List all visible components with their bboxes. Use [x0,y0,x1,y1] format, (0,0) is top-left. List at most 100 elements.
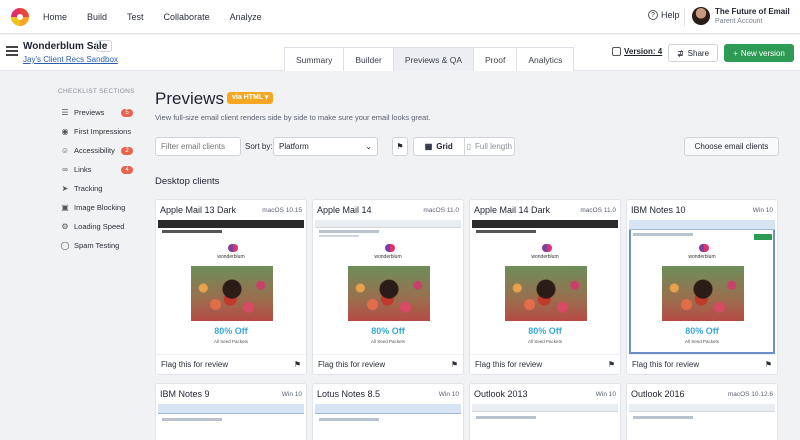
sort-select[interactable]: Platform ⌄ [273,137,378,156]
more-options-button[interactable]: ··· [96,40,112,52]
email-preview[interactable] [629,404,775,440]
help-label: Help [661,10,680,20]
client-name: Outlook 2013 [474,389,528,399]
email-preview[interactable] [158,404,304,440]
issue-badge: 4 [121,165,133,174]
tab-builder[interactable]: Builder [343,47,394,71]
window-bar [629,404,775,412]
header-line [319,235,359,237]
copy-icon [612,47,621,56]
client-os: macOS 11.0 [423,206,459,214]
nav-test[interactable]: Test [127,12,144,22]
flag-link[interactable]: Flag this for review [318,360,385,369]
window-bar [472,404,618,412]
flag-icon[interactable]: ⚑ [451,360,458,369]
menu-icon[interactable] [6,46,18,56]
choose-email-clients-button[interactable]: Choose email clients [684,137,779,156]
email-preview[interactable]: wonderblum 80% Off All Seed Packets [315,220,461,354]
sidebar-item-tracking[interactable]: ➤ Tracking [58,179,138,198]
sort-value: Platform [279,142,309,151]
client-card[interactable]: IBM Notes 9 Win 10 [155,383,307,440]
flag-filter-button[interactable]: ⚑ [392,137,408,156]
client-card[interactable]: Apple Mail 14 macOS 11.0 wonderblum 80% O… [312,199,464,375]
full-length-label: Full length [474,142,512,151]
help-icon: ? [648,10,658,20]
flag-link[interactable]: Flag this for review [475,360,542,369]
client-card[interactable]: Apple Mail 14 Dark macOS 11.0 wonderblum … [469,199,621,375]
filter-input[interactable] [155,137,241,156]
sidebar-item-previews[interactable]: ☰ Previews 5 [58,103,138,122]
flag-icon[interactable]: ⚑ [608,360,615,369]
full-length-icon: ▯ [466,142,471,151]
tab-proof[interactable]: Proof [473,47,518,71]
sidebar-item-image-blocking[interactable]: ▣ Image Blocking [58,198,138,217]
hero-image [191,266,273,321]
flag-link[interactable]: Flag this for review [161,360,228,369]
share-button[interactable]: ⋣ Share [668,44,718,62]
issue-badge: 2 [121,146,133,155]
sidebar-item-label: Image Blocking [74,203,126,212]
client-card[interactable]: Outlook 2013 Win 10 [469,383,621,440]
account-name: The Future of Email [715,7,790,16]
nav-home[interactable]: Home [43,12,67,22]
grid-view-button[interactable]: ▦ Grid [414,138,465,155]
flag-icon[interactable]: ⚑ [765,360,772,369]
client-os: macOS 10.15 [262,206,302,214]
gear-icon: ⚙ [61,222,69,231]
version-link[interactable]: Version: 4 [612,47,662,56]
sidebar-item-spam-testing[interactable]: ◯ Spam Testing [58,236,138,255]
nav-analyze[interactable]: Analyze [230,12,262,22]
sandbox-link[interactable]: Jay's Client Recs Sandbox [23,55,118,64]
client-card[interactable]: IBM Notes 10 Win 10 wonderblum 80% Off Al… [626,199,778,375]
offer-text: 80% Off [528,326,562,336]
email-preview[interactable] [472,404,618,440]
sidebar-item-label: Spam Testing [74,241,120,250]
avatar[interactable] [692,7,710,25]
tab-analytics[interactable]: Analytics [516,47,575,71]
flag-icon[interactable]: ⚑ [294,360,301,369]
sidebar-item-accessibility[interactable]: ☺ Accessibility 2 [58,141,138,160]
nav-collaborate[interactable]: Collaborate [164,12,210,22]
client-name: IBM Notes 10 [631,205,686,215]
window-bar [158,404,304,414]
list-icon: ☰ [61,108,69,117]
header-line [633,233,693,236]
flag-link[interactable]: Flag this for review [632,360,699,369]
client-name: Apple Mail 13 Dark [160,205,237,215]
client-card[interactable]: Outlook 2016 macOS 10.12.6 [626,383,778,440]
offer-subtext: All Seed Packets [370,339,406,344]
sidebar-item-label: Tracking [74,184,103,193]
email-preview[interactable] [315,404,461,440]
view-toggle: ▦ Grid ▯ Full length [413,137,515,156]
render-mode-dropdown[interactable]: via HTML ▾ [227,92,274,104]
app-logo-icon[interactable] [11,7,29,26]
hero-image [662,266,744,321]
header-line [162,418,222,421]
client-os: Win 10 [752,206,773,214]
page-description: View full-size email client renders side… [155,113,431,122]
section-title: Desktop clients [155,176,220,187]
email-preview[interactable]: wonderblum 80% Off All Seed Packets [472,220,618,354]
sidebar-item-label: Loading Speed [74,222,125,231]
tab-summary[interactable]: Summary [284,47,345,71]
header-line [162,230,222,233]
sidebar-item-loading-speed[interactable]: ⚙ Loading Speed [58,217,138,236]
help-link[interactable]: ? Help [648,10,680,20]
hero-image [348,266,430,321]
client-card[interactable]: Lotus Notes 8.5 Win 10 [312,383,464,440]
tab-previews-qa[interactable]: Previews & QA [392,47,474,71]
toolbar-button [754,234,772,240]
window-bar [472,220,618,228]
sidebar-item-links[interactable]: ∞ Links 4 [58,160,138,179]
account-menu[interactable]: The Future of Email Parent Account [715,7,790,25]
sidebar-item-first-impressions[interactable]: ◉ First Impressions [58,122,138,141]
email-preview[interactable]: wonderblum 80% Off All Seed Packets [629,220,775,354]
offer-text: 80% Off [214,326,248,336]
client-card[interactable]: Apple Mail 13 Dark macOS 10.15 wonderblum… [155,199,307,375]
full-length-view-button[interactable]: ▯ Full length [465,138,515,155]
nav-build[interactable]: Build [87,12,107,22]
new-version-button[interactable]: + New version [724,44,794,62]
sidebar-title: CHECKLIST SECTIONS [58,88,135,95]
client-os: macOS 10.12.6 [727,390,773,398]
email-preview[interactable]: wonderblum 80% Off All Seed Packets [158,220,304,354]
